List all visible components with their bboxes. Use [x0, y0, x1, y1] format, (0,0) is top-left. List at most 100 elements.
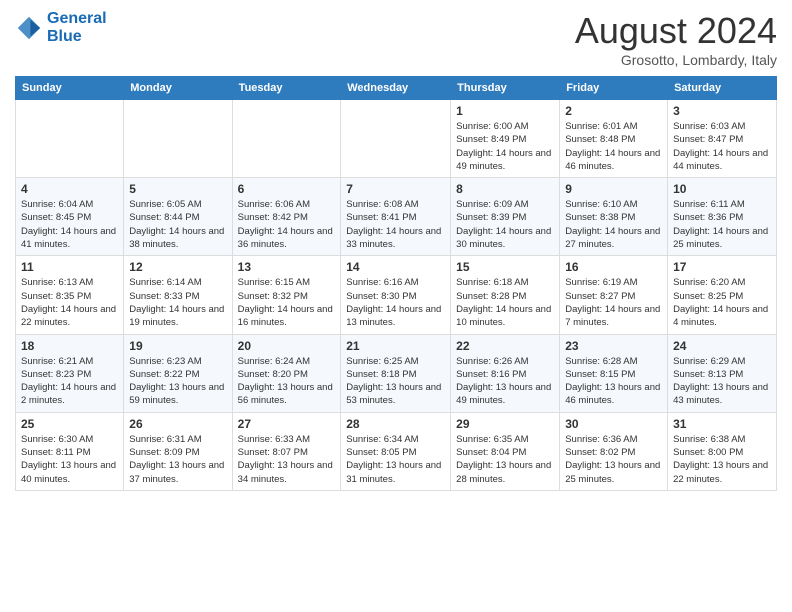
- day-cell: 11 Sunrise: 6:13 AMSunset: 8:35 PMDayligh…: [16, 256, 124, 334]
- day-number: 26: [129, 417, 226, 431]
- day-number: 12: [129, 260, 226, 274]
- weekday-header-friday: Friday: [560, 77, 668, 100]
- day-info: Sunrise: 6:11 AMSunset: 8:36 PMDaylight:…: [673, 198, 771, 251]
- day-info: Sunrise: 6:21 AMSunset: 8:23 PMDaylight:…: [21, 355, 118, 408]
- day-number: 16: [565, 260, 662, 274]
- day-number: 3: [673, 104, 771, 118]
- day-number: 18: [21, 339, 118, 353]
- day-cell: 14Sunrise: 6:16 AMSunset: 8:30 PMDayligh…: [341, 256, 451, 334]
- day-info: Sunrise: 6:06 AMSunset: 8:42 PMDaylight:…: [238, 198, 336, 251]
- day-info: Sunrise: 6:35 AMSunset: 8:04 PMDaylight:…: [456, 433, 554, 486]
- day-number: 4: [21, 182, 118, 196]
- day-info: Sunrise: 6:29 AMSunset: 8:13 PMDaylight:…: [673, 355, 771, 408]
- day-number: 5: [129, 182, 226, 196]
- day-info: Sunrise: 6:25 AMSunset: 8:18 PMDaylight:…: [346, 355, 445, 408]
- day-cell: 9Sunrise: 6:10 AMSunset: 8:38 PMDaylight…: [560, 178, 668, 256]
- week-row-3: 11 Sunrise: 6:13 AMSunset: 8:35 PMDayligh…: [16, 256, 777, 334]
- day-cell: 24 Sunrise: 6:29 AMSunset: 8:13 PMDayligh…: [668, 334, 777, 412]
- day-number: 6: [238, 182, 336, 196]
- calendar-table: SundayMondayTuesdayWednesdayThursdayFrid…: [15, 76, 777, 491]
- day-number: 24: [673, 339, 771, 353]
- day-info: Sunrise: 6:13 AMSunset: 8:35 PMDaylight:…: [21, 276, 118, 329]
- day-number: 10: [673, 182, 771, 196]
- day-cell: [124, 100, 232, 178]
- day-cell: 7 Sunrise: 6:08 AMSunset: 8:41 PMDaylight…: [341, 178, 451, 256]
- day-cell: 29 Sunrise: 6:35 AMSunset: 8:04 PMDayligh…: [451, 412, 560, 490]
- day-number: 28: [346, 417, 445, 431]
- day-number: 1: [456, 104, 554, 118]
- day-cell: 27 Sunrise: 6:33 AMSunset: 8:07 PMDayligh…: [232, 412, 341, 490]
- day-cell: 4Sunrise: 6:04 AMSunset: 8:45 PMDaylight…: [16, 178, 124, 256]
- day-info: Sunrise: 6:03 AMSunset: 8:47 PMDaylight:…: [673, 120, 771, 173]
- day-cell: 16Sunrise: 6:19 AMSunset: 8:27 PMDayligh…: [560, 256, 668, 334]
- day-number: 13: [238, 260, 336, 274]
- day-number: 27: [238, 417, 336, 431]
- title-area: August 2024 Grosotto, Lombardy, Italy: [575, 10, 777, 68]
- day-info: Sunrise: 6:18 AMSunset: 8:28 PMDaylight:…: [456, 276, 554, 329]
- day-info: Sunrise: 6:09 AMSunset: 8:39 PMDaylight:…: [456, 198, 554, 251]
- day-info: Sunrise: 6:05 AMSunset: 8:44 PMDaylight:…: [129, 198, 226, 251]
- day-cell: 12 Sunrise: 6:14 AMSunset: 8:33 PMDayligh…: [124, 256, 232, 334]
- day-cell: 23 Sunrise: 6:28 AMSunset: 8:15 PMDayligh…: [560, 334, 668, 412]
- day-cell: 19 Sunrise: 6:23 AMSunset: 8:22 PMDayligh…: [124, 334, 232, 412]
- day-number: 19: [129, 339, 226, 353]
- location-subtitle: Grosotto, Lombardy, Italy: [575, 52, 777, 68]
- day-cell: 5 Sunrise: 6:05 AMSunset: 8:44 PMDaylight…: [124, 178, 232, 256]
- weekday-header-wednesday: Wednesday: [341, 77, 451, 100]
- day-cell: 6 Sunrise: 6:06 AMSunset: 8:42 PMDaylight…: [232, 178, 341, 256]
- logo-text: General Blue: [47, 10, 107, 46]
- day-info: Sunrise: 6:34 AMSunset: 8:05 PMDaylight:…: [346, 433, 445, 486]
- day-cell: 17 Sunrise: 6:20 AMSunset: 8:25 PMDayligh…: [668, 256, 777, 334]
- weekday-header-row: SundayMondayTuesdayWednesdayThursdayFrid…: [16, 77, 777, 100]
- day-cell: 30Sunrise: 6:36 AMSunset: 8:02 PMDayligh…: [560, 412, 668, 490]
- weekday-header-tuesday: Tuesday: [232, 77, 341, 100]
- day-cell: [232, 100, 341, 178]
- day-info: Sunrise: 6:00 AMSunset: 8:49 PMDaylight:…: [456, 120, 554, 173]
- logo-icon: [15, 14, 43, 42]
- day-number: 20: [238, 339, 336, 353]
- main-container: General Blue August 2024 Grosotto, Lomba…: [0, 0, 792, 501]
- day-cell: 15Sunrise: 6:18 AMSunset: 8:28 PMDayligh…: [451, 256, 560, 334]
- day-info: Sunrise: 6:28 AMSunset: 8:15 PMDaylight:…: [565, 355, 662, 408]
- day-cell: 28 Sunrise: 6:34 AMSunset: 8:05 PMDayligh…: [341, 412, 451, 490]
- week-row-4: 18 Sunrise: 6:21 AMSunset: 8:23 PMDayligh…: [16, 334, 777, 412]
- day-cell: 2Sunrise: 6:01 AMSunset: 8:48 PMDaylight…: [560, 100, 668, 178]
- weekday-header-monday: Monday: [124, 77, 232, 100]
- day-cell: 22Sunrise: 6:26 AMSunset: 8:16 PMDayligh…: [451, 334, 560, 412]
- day-cell: 18 Sunrise: 6:21 AMSunset: 8:23 PMDayligh…: [16, 334, 124, 412]
- day-cell: [341, 100, 451, 178]
- week-row-1: 1 Sunrise: 6:00 AMSunset: 8:49 PMDaylight…: [16, 100, 777, 178]
- day-info: Sunrise: 6:08 AMSunset: 8:41 PMDaylight:…: [346, 198, 445, 251]
- day-number: 7: [346, 182, 445, 196]
- weekday-header-thursday: Thursday: [451, 77, 560, 100]
- week-row-5: 25Sunrise: 6:30 AMSunset: 8:11 PMDayligh…: [16, 412, 777, 490]
- day-number: 22: [456, 339, 554, 353]
- day-number: 8: [456, 182, 554, 196]
- month-title: August 2024: [575, 10, 777, 52]
- day-number: 14: [346, 260, 445, 274]
- header: General Blue August 2024 Grosotto, Lomba…: [15, 10, 777, 68]
- day-info: Sunrise: 6:31 AMSunset: 8:09 PMDaylight:…: [129, 433, 226, 486]
- day-cell: 10 Sunrise: 6:11 AMSunset: 8:36 PMDayligh…: [668, 178, 777, 256]
- day-number: 23: [565, 339, 662, 353]
- day-info: Sunrise: 6:33 AMSunset: 8:07 PMDaylight:…: [238, 433, 336, 486]
- day-number: 2: [565, 104, 662, 118]
- logo: General Blue: [15, 10, 107, 46]
- day-cell: 13Sunrise: 6:15 AMSunset: 8:32 PMDayligh…: [232, 256, 341, 334]
- day-number: 21: [346, 339, 445, 353]
- day-number: 30: [565, 417, 662, 431]
- day-info: Sunrise: 6:23 AMSunset: 8:22 PMDaylight:…: [129, 355, 226, 408]
- day-cell: 1 Sunrise: 6:00 AMSunset: 8:49 PMDaylight…: [451, 100, 560, 178]
- day-info: Sunrise: 6:10 AMSunset: 8:38 PMDaylight:…: [565, 198, 662, 251]
- day-cell: 21 Sunrise: 6:25 AMSunset: 8:18 PMDayligh…: [341, 334, 451, 412]
- day-cell: 31 Sunrise: 6:38 AMSunset: 8:00 PMDayligh…: [668, 412, 777, 490]
- day-info: Sunrise: 6:20 AMSunset: 8:25 PMDaylight:…: [673, 276, 771, 329]
- day-info: Sunrise: 6:14 AMSunset: 8:33 PMDaylight:…: [129, 276, 226, 329]
- weekday-header-sunday: Sunday: [16, 77, 124, 100]
- day-number: 29: [456, 417, 554, 431]
- day-cell: 3 Sunrise: 6:03 AMSunset: 8:47 PMDaylight…: [668, 100, 777, 178]
- day-number: 31: [673, 417, 771, 431]
- day-number: 17: [673, 260, 771, 274]
- day-info: Sunrise: 6:38 AMSunset: 8:00 PMDaylight:…: [673, 433, 771, 486]
- day-number: 11: [21, 260, 118, 274]
